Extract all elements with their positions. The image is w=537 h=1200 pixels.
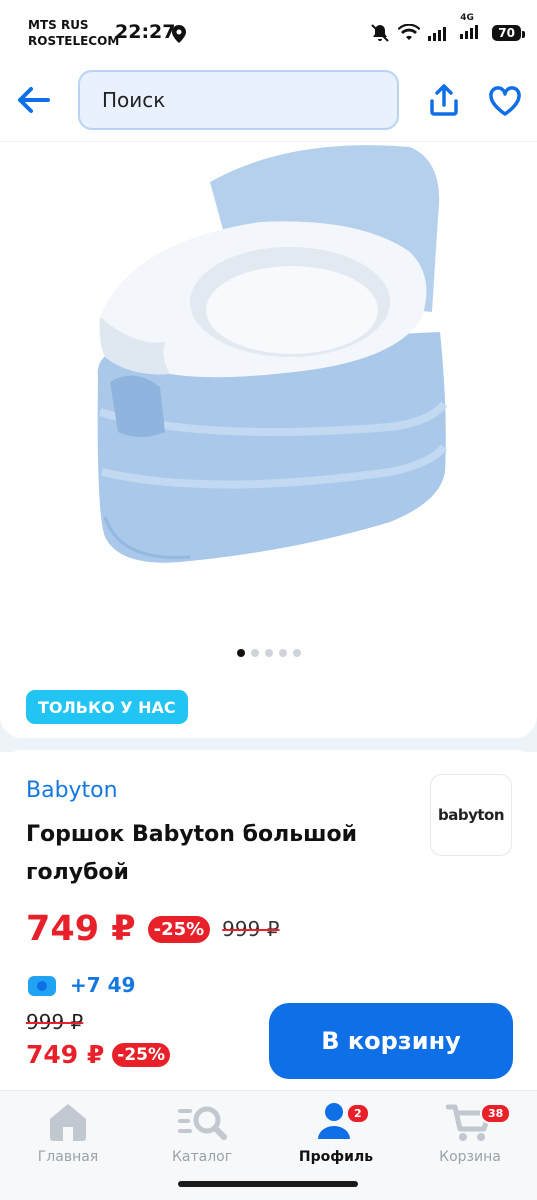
home-icon [50,1104,86,1141]
signal-icon [428,27,447,41]
buybar-price-row: 749 ₽ -25% [26,1040,171,1069]
discount-badge: -25% [147,915,211,943]
location-icon [172,25,186,43]
heart-icon [489,86,521,116]
cart-badge: 38 [480,1103,512,1124]
tab-profile[interactable]: 2 Профиль [276,1099,396,1171]
search-input[interactable]: Поиск [78,70,399,130]
product-title: Горшок Babyton большой голубой [26,822,357,885]
pagination-dot[interactable] [264,649,273,657]
signal-4g-icon [460,25,479,39]
carrier-name: MTS RUS ROSTELECOM [28,18,120,48]
arrow-left-icon [18,87,50,113]
buy-bar: 999 ₽ 749 ₽ -25% В корзину [0,1000,537,1090]
brand-logo-text: babyton [437,806,505,824]
back-button[interactable] [14,80,54,120]
bonus-points[interactable]: +7 49 [26,970,135,1000]
buybar-discount: -25% [112,1042,171,1067]
home-indicator[interactable] [178,1181,358,1187]
share-button[interactable] [424,78,464,122]
share-icon [430,84,458,116]
tab-label: Каталог [171,1149,233,1165]
old-price: 999 ₽ [222,917,280,941]
system-icons: 4G 70 [370,13,525,44]
tab-cart[interactable]: 38 Корзина [410,1099,530,1171]
pagination-dot[interactable] [292,649,301,657]
brand-logo[interactable]: babyton [430,774,512,856]
network-type: 4G [460,13,484,43]
pagination-dot-active[interactable] [236,649,245,657]
bonus-value: +7 49 [70,973,136,997]
product-info-card: Babyton Горшок Babyton большой голубой b… [0,750,537,1000]
top-bar: Поиск [0,64,537,142]
wifi-icon [398,24,421,40]
exclusive-badge: ТОЛЬКО У НАС [26,690,188,724]
tab-label: Профиль [298,1149,374,1165]
status-bar: MTS RUS ROSTELECOM 22:27 4G 70 [0,0,537,64]
search-placeholder: Поиск [102,88,166,112]
add-to-cart-button[interactable]: В корзину [269,1003,513,1079]
product-photo[interactable] [60,142,480,642]
mute-bell-icon [371,24,390,42]
profile-badge: 2 [346,1103,370,1124]
status-time: 22:27 [115,21,176,43]
favorite-button[interactable] [484,80,526,122]
gallery-pagination[interactable] [0,649,537,657]
tab-catalog[interactable]: Каталог [142,1099,262,1171]
tab-home[interactable]: Главная [8,1099,128,1171]
brand-link[interactable]: Babyton [26,778,118,803]
current-price: 749 ₽ [26,909,136,949]
buybar-price: 749 ₽ [26,1040,105,1069]
bonus-card-icon [28,976,56,996]
battery-level: 70 [492,25,525,41]
tab-label: Главная [37,1149,99,1165]
pagination-dot[interactable] [250,649,259,657]
tab-label: Корзина [439,1149,501,1165]
price-row: 749 ₽ -25% 999 ₽ [26,906,279,952]
catalog-search-icon [178,1106,227,1140]
buybar-old-price: 999 ₽ [26,1010,84,1034]
pagination-dot[interactable] [278,649,287,657]
product-gallery[interactable]: ТОЛЬКО У НАС [0,142,537,738]
